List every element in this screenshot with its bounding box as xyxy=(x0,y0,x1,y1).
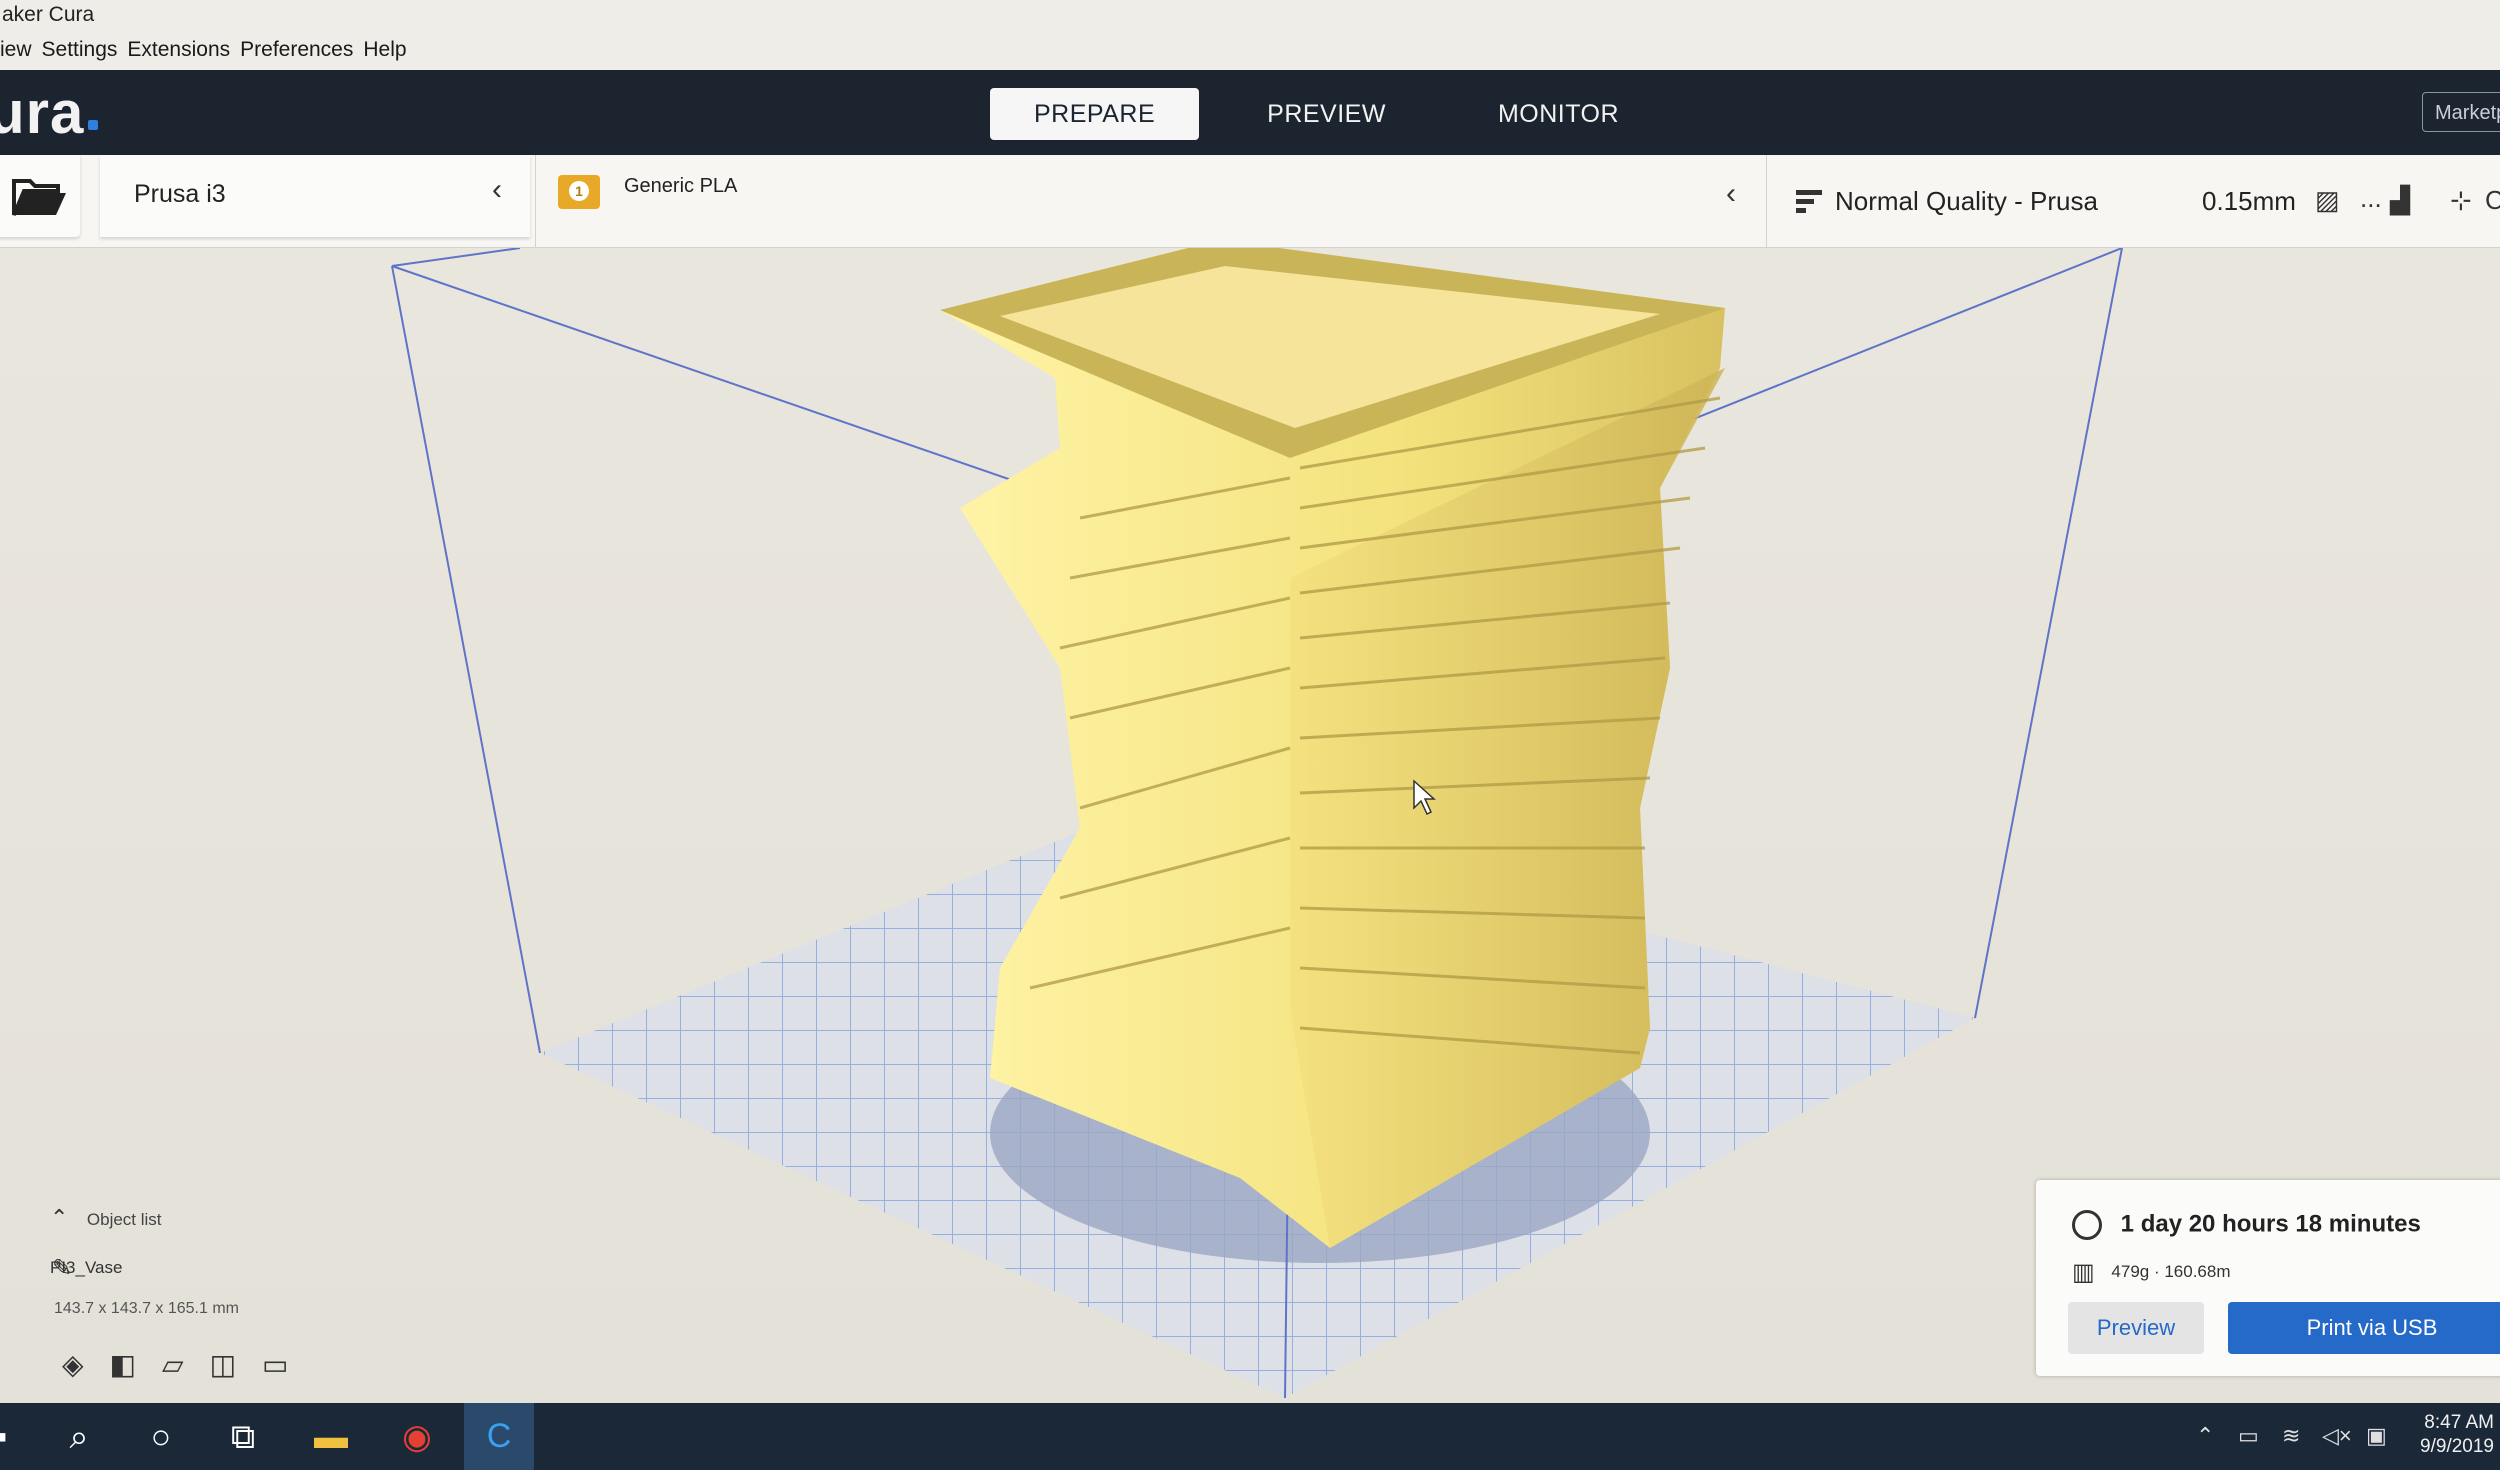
system-clock[interactable]: 8:47 AM 9/9/2019 xyxy=(2410,1411,2494,1459)
menu-settings[interactable]: Settings xyxy=(42,30,118,70)
menu-bar: iew Settings Extensions Preferences Help xyxy=(0,30,2500,70)
cura-taskbar-icon[interactable]: C xyxy=(464,1403,534,1470)
print-time-row: 1 day 20 hours 18 minutes xyxy=(2072,1210,2421,1240)
chevron-up-icon[interactable]: ⌃ xyxy=(2196,1423,2214,1449)
open-file-button[interactable] xyxy=(0,155,80,237)
file-explorer-icon[interactable]: ▬ xyxy=(306,1413,356,1461)
view-left-icon[interactable]: ◫ xyxy=(210,1348,236,1381)
task-view-icon[interactable]: ⧉ xyxy=(218,1413,268,1461)
wifi-icon[interactable]: ≋ xyxy=(2282,1423,2300,1449)
stage-tabs: PREPARE PREVIEW MONITOR xyxy=(990,88,1663,140)
start-icon[interactable]: ▪ xyxy=(0,1413,16,1461)
battery-icon[interactable]: ▭ xyxy=(2238,1423,2259,1449)
windows-taskbar: ▪ ⌕ ○ ⧉ ▬ ◉ C ⌃ ▭ ≋ ◁× ▣ 8:47 AM 9/9/201… xyxy=(0,1403,2500,1470)
object-list-toggle[interactable]: ⌃ Object list xyxy=(50,1205,162,1231)
print-via-usb-button[interactable]: Print via USB xyxy=(2228,1302,2500,1354)
toolbar: Prusa i3 ‹ 1 Generic PLA ‹ Normal Qualit… xyxy=(0,155,2500,248)
folder-icon xyxy=(12,179,66,216)
logo-dot xyxy=(88,120,98,130)
chevron-left-icon: ‹ xyxy=(492,173,502,206)
volume-muted-icon[interactable]: ◁× xyxy=(2322,1423,2352,1449)
object-name[interactable]: PI3_Vase xyxy=(50,1258,122,1278)
extruder-badge-icon: 1 xyxy=(558,175,600,209)
tab-prepare[interactable]: PREPARE xyxy=(990,88,1200,140)
custom-label: C xyxy=(2485,185,2500,215)
camera-view-buttons: ◈ ◧ ▱ ◫ ▭ xyxy=(62,1348,289,1381)
chevron-up-icon: ⌃ xyxy=(50,1205,69,1230)
printer-label: Prusa i3 xyxy=(134,180,226,208)
view-front-icon[interactable]: ◧ xyxy=(110,1348,136,1381)
material-label: Generic PLA xyxy=(624,175,738,197)
printer-selector[interactable]: Prusa i3 ‹ xyxy=(100,155,530,237)
search-icon[interactable]: ⌕ xyxy=(54,1413,104,1461)
view-top-icon[interactable]: ▱ xyxy=(162,1348,184,1381)
preview-button[interactable]: Preview xyxy=(2068,1302,2204,1354)
menu-help[interactable]: Help xyxy=(363,30,406,70)
tab-monitor[interactable]: MONITOR xyxy=(1454,88,1663,140)
print-time: 1 day 20 hours 18 minutes xyxy=(2120,1210,2421,1238)
menu-view[interactable]: iew xyxy=(0,30,32,70)
notification-icon[interactable]: ▣ xyxy=(2366,1423,2387,1449)
infill-icon: ▨ xyxy=(2315,185,2340,215)
view-right-icon[interactable]: ▭ xyxy=(262,1348,288,1381)
marketplace-button[interactable]: Marketp xyxy=(2422,92,2500,132)
clock-time: 8:47 AM xyxy=(2424,1412,2494,1433)
spool-icon: ▥ xyxy=(2072,1259,2095,1286)
clock-date: 9/9/2019 xyxy=(2420,1436,2494,1457)
infill-value: ... xyxy=(2360,183,2382,213)
cura-logo: ura xyxy=(0,79,85,146)
quality-bars-icon xyxy=(1796,190,1822,213)
chrome-icon[interactable]: ◉ xyxy=(392,1413,442,1461)
print-settings-selector[interactable]: Normal Quality - Prusa 0.15mm ▨ ... ▟ ⊹ … xyxy=(1780,155,2500,247)
tab-preview[interactable]: PREVIEW xyxy=(1223,88,1430,140)
app-header: ura PREPARE PREVIEW MONITOR Marketp xyxy=(0,70,2500,160)
window-title: aker Cura xyxy=(0,0,2500,30)
material-usage: 479g · 160.68m xyxy=(2111,1261,2231,1281)
material-usage-row: ▥ 479g · 160.68m xyxy=(2072,1258,2231,1287)
adhesion-icon: ⊹ xyxy=(2450,185,2472,215)
clock-icon xyxy=(2072,1210,2102,1240)
material-selector[interactable]: 1 Generic PLA ‹ xyxy=(535,155,1767,247)
layer-height: 0.15mm xyxy=(2202,186,2296,216)
object-dimensions: 143.7 x 143.7 x 165.1 mm xyxy=(54,1300,239,1317)
object-list-header: Object list xyxy=(86,1210,162,1229)
cortana-icon[interactable]: ○ xyxy=(136,1413,186,1461)
chevron-left-icon: ‹ xyxy=(1726,177,1736,210)
support-icon: ▟ xyxy=(2390,185,2410,215)
menu-preferences[interactable]: Preferences xyxy=(240,30,353,70)
view-3d-icon[interactable]: ◈ xyxy=(62,1348,84,1381)
menu-extensions[interactable]: Extensions xyxy=(127,30,230,70)
quality-label: Normal Quality - Prusa xyxy=(1835,186,2098,216)
print-summary-panel: 1 day 20 hours 18 minutes ▥ 479g · 160.6… xyxy=(2036,1180,2500,1376)
